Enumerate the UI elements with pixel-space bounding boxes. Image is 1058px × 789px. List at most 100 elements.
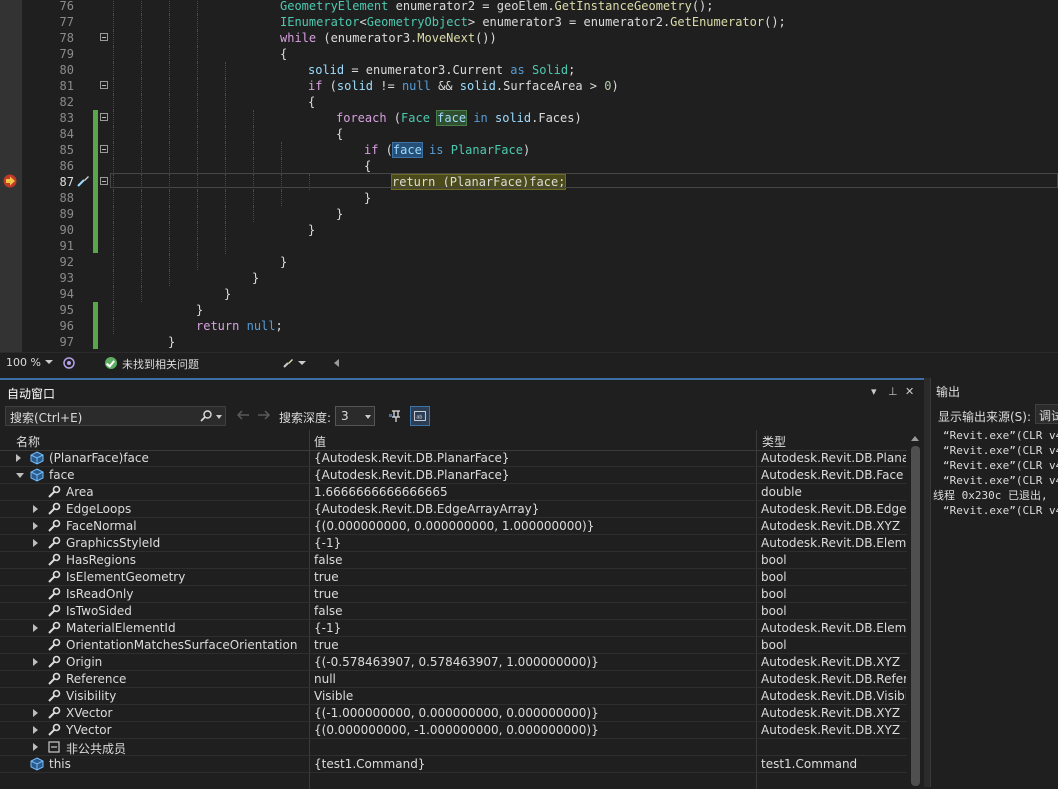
variable-value[interactable]: false <box>314 604 754 618</box>
code-line[interactable]: 97} <box>0 334 1058 350</box>
variable-value[interactable]: true <box>314 570 754 584</box>
code-line[interactable]: 86 { <box>0 158 1058 174</box>
code-line[interactable]: 79 { <box>0 46 1058 62</box>
table-row[interactable]: EdgeLoops {Autodesk.Revit.DB.EdgeArrayArr… <box>0 501 907 518</box>
expand-arrow-icon[interactable] <box>16 454 21 462</box>
code-text[interactable]: { <box>336 126 343 142</box>
code-text[interactable]: { <box>308 94 315 110</box>
variable-value[interactable]: Visible <box>314 689 754 703</box>
code-text[interactable]: return null; <box>196 318 283 334</box>
cleanup-dropdown-arrow-icon[interactable] <box>298 361 306 365</box>
code-text[interactable]: } <box>224 286 231 302</box>
table-row[interactable]: Reference null Autodesk.Revit.DB.Reference <box>0 671 907 688</box>
code-text[interactable]: IEnumerator<GeometryObject> enumerator3 … <box>280 14 786 30</box>
code-line[interactable]: 81 if (solid != null && solid.SurfaceArea… <box>0 78 1058 94</box>
expand-arrow-icon[interactable] <box>33 522 38 530</box>
variable-value[interactable]: {(0.000000000, -1.000000000, 0.000000000… <box>314 723 754 737</box>
code-line[interactable]: 92} <box>0 254 1058 270</box>
column-header-name[interactable]: 名称 <box>16 433 40 450</box>
table-row[interactable]: Visibility Visible Autodesk.Revit.DB.Visib… <box>0 688 907 705</box>
expand-arrow-icon[interactable] <box>33 743 38 751</box>
code-text[interactable]: } <box>364 190 371 206</box>
code-text[interactable]: } <box>308 222 315 238</box>
expand-arrow-icon[interactable] <box>33 658 38 666</box>
table-row[interactable]: MaterialElementId {-1} Autodesk.Revit.DB.E… <box>0 620 907 637</box>
code-text[interactable]: } <box>336 206 343 222</box>
code-text[interactable]: { <box>364 158 371 174</box>
vertical-scrollbar[interactable] <box>907 430 924 789</box>
search-options-arrow-icon[interactable] <box>216 415 222 419</box>
zoom-dropdown-arrow-icon[interactable] <box>45 360 53 364</box>
code-text[interactable]: } <box>252 270 259 286</box>
variable-value[interactable]: {-1} <box>314 536 754 550</box>
search-depth-select[interactable]: 3 <box>335 406 375 426</box>
search-icon[interactable] <box>200 410 212 422</box>
collapse-region-icon[interactable] <box>100 177 108 185</box>
variable-value[interactable]: {(0.000000000, 0.000000000, 1.000000000)… <box>314 519 754 533</box>
code-line[interactable]: 95} <box>0 302 1058 318</box>
variable-value[interactable]: null <box>314 672 754 686</box>
scroll-up-arrow-icon[interactable] <box>911 436 919 441</box>
variable-value[interactable]: 1.6666666666666665 <box>314 485 754 499</box>
table-row[interactable]: GraphicsStyleId {-1} Autodesk.Revit.DB.Ele… <box>0 535 907 552</box>
chevron-down-icon[interactable] <box>365 415 371 419</box>
expand-arrow-icon[interactable] <box>33 624 38 632</box>
table-row[interactable]: IsReadOnly true bool <box>0 586 907 603</box>
code-text[interactable]: } <box>196 302 203 318</box>
collapse-region-icon[interactable] <box>100 145 108 153</box>
code-text[interactable]: while (enumerator3.MoveNext()) <box>280 30 497 46</box>
pin-icon[interactable] <box>388 408 404 424</box>
collapse-region-icon[interactable] <box>100 33 108 41</box>
scrollbar-thumb[interactable] <box>911 446 920 786</box>
code-line[interactable]: 78 while (enumerator3.MoveNext()) <box>0 30 1058 46</box>
variable-value[interactable]: {Autodesk.Revit.DB.EdgeArrayArray} <box>314 502 754 516</box>
code-line[interactable]: 80 solid = enumerator3.Current as Solid; <box>0 62 1058 78</box>
table-row[interactable]: (PlanarFace)face {Autodesk.Revit.DB.Plana… <box>0 450 907 467</box>
arrow-left-icon[interactable] <box>235 408 251 422</box>
code-line[interactable]: 94} <box>0 286 1058 302</box>
pin-window-icon[interactable]: ⊥ <box>888 385 898 398</box>
quick-action-brush-icon[interactable] <box>75 174 91 188</box>
variable-value[interactable]: {Autodesk.Revit.DB.PlanarFace} <box>314 468 754 482</box>
column-header-type[interactable]: 类型 <box>762 433 786 450</box>
table-row[interactable]: Area 1.6666666666666665 double <box>0 484 907 501</box>
variable-value[interactable]: {-1} <box>314 621 754 635</box>
code-line[interactable]: 90} <box>0 222 1058 238</box>
code-line[interactable]: 96 return null; <box>0 318 1058 334</box>
code-cleanup-brush-icon[interactable] <box>282 357 294 369</box>
variable-value[interactable]: {test1.Command} <box>314 757 754 771</box>
arrow-right-icon[interactable] <box>256 408 272 422</box>
code-line[interactable]: 91 <box>0 238 1058 254</box>
close-window-icon[interactable]: ✕ <box>905 385 914 398</box>
issues-status-text[interactable]: 未找到相关问题 <box>122 356 199 372</box>
code-line[interactable]: 93} <box>0 270 1058 286</box>
variable-value[interactable]: false <box>314 553 754 567</box>
code-text[interactable]: } <box>168 334 175 350</box>
copilot-icon[interactable] <box>62 356 76 370</box>
code-line[interactable]: 76 GeometryElement enumerator2 = geoElem.… <box>0 0 1058 14</box>
window-menu-icon[interactable]: ▾ <box>871 385 877 398</box>
expanded-arrow-icon[interactable] <box>16 473 24 478</box>
code-editor[interactable]: 76 GeometryElement enumerator2 = geoElem.… <box>0 0 1058 352</box>
table-row[interactable]: face {Autodesk.Revit.DB.PlanarFace} Autode… <box>0 467 907 484</box>
output-title[interactable]: 输出 <box>936 383 960 400</box>
table-row[interactable]: YVector {(0.000000000, -1.000000000, 0.00… <box>0 722 907 739</box>
table-row[interactable]: FaceNormal {(0.000000000, 0.000000000, 1.… <box>0 518 907 535</box>
code-line[interactable]: 77 IEnumerator<GeometryObject> enumerator… <box>0 14 1058 30</box>
code-text[interactable]: } <box>280 254 287 270</box>
no-issues-check-icon[interactable] <box>105 357 117 369</box>
code-text[interactable]: foreach (Face face in solid.Faces) <box>336 110 582 126</box>
table-row[interactable]: OrientationMatchesSurfaceOrientation true… <box>0 637 907 654</box>
expand-arrow-icon[interactable] <box>33 505 38 513</box>
variable-value[interactable]: true <box>314 638 754 652</box>
scroll-left-arrow-icon[interactable] <box>334 359 339 367</box>
code-line[interactable]: 89} <box>0 206 1058 222</box>
code-text[interactable]: if (face is PlanarFace) <box>364 142 530 158</box>
search-input[interactable]: 搜索(Ctrl+E) <box>5 406 226 426</box>
column-header-value[interactable]: 值 <box>314 433 326 450</box>
code-text[interactable]: solid = enumerator3.Current as Solid; <box>308 62 575 78</box>
table-row[interactable]: HasRegions false bool <box>0 552 907 569</box>
variable-value[interactable]: {(-0.578463907, 0.578463907, 1.000000000… <box>314 655 754 669</box>
autos-title[interactable]: 自动窗口 <box>7 385 55 402</box>
hex-display-icon[interactable]: ab <box>410 406 430 426</box>
